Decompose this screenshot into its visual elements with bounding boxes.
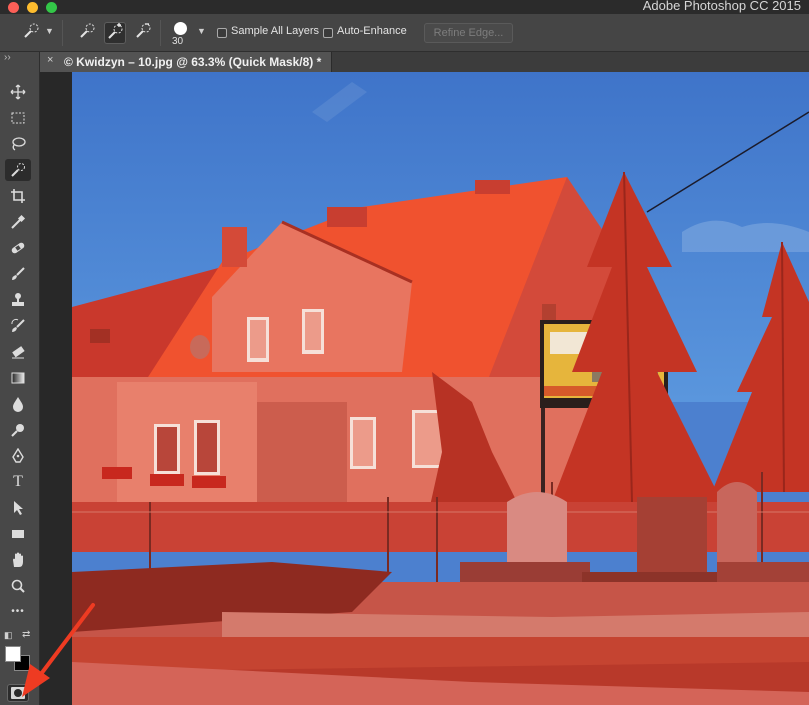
stamp-icon (12, 293, 24, 306)
type-tool[interactable]: T (5, 471, 31, 493)
move-icon (10, 84, 26, 100)
add-to-selection-icon (108, 23, 123, 39)
hand-tool[interactable] (5, 549, 31, 571)
lasso-icon (12, 137, 26, 151)
sample-all-layers-label[interactable]: Sample All Layers (231, 25, 319, 37)
close-icon[interactable]: × (47, 54, 53, 66)
subtract-from-selection-button[interactable] (132, 22, 154, 44)
options-divider (62, 20, 63, 46)
tool-preset-picker[interactable] (20, 22, 42, 44)
subtract-from-selection-icon (136, 23, 151, 38)
gradient-tool[interactable] (5, 367, 31, 389)
collapse-panel-icon[interactable]: ›› (4, 52, 11, 63)
dodge-tool[interactable] (5, 419, 31, 441)
magnifier-icon (11, 579, 25, 593)
lasso-tool[interactable] (5, 133, 31, 155)
pasteboard (40, 72, 72, 705)
eraser-tool[interactable] (5, 341, 31, 363)
photo-quick-mask-preview (72, 72, 809, 705)
swap-colors-icon[interactable]: ⇄ (22, 629, 30, 640)
brush-size-value: 30 (172, 36, 184, 47)
gradient-icon (11, 372, 25, 384)
default-colors-icon[interactable]: ◧ (4, 630, 13, 641)
new-selection-icon (80, 23, 95, 38)
crop-icon (11, 189, 25, 203)
add-to-selection-button[interactable] (104, 22, 126, 44)
more-tools-button[interactable]: ••• (5, 601, 31, 623)
chevron-down-icon[interactable]: ▼ (45, 26, 54, 36)
path-selection-tool[interactable] (5, 497, 31, 519)
eraser-icon (12, 346, 25, 359)
blur-tool[interactable] (5, 393, 31, 415)
history-brush-tool[interactable] (5, 315, 31, 337)
marquee-icon (11, 112, 25, 124)
quick-mask-mode-button[interactable] (7, 684, 29, 702)
history-brush-icon (11, 318, 25, 332)
healing-brush-tool[interactable] (5, 237, 31, 259)
rectangle-icon (12, 530, 24, 538)
clone-stamp-tool[interactable] (5, 289, 31, 311)
auto-enhance-checkbox[interactable] (323, 28, 333, 38)
rectangular-marquee-tool[interactable] (5, 107, 31, 129)
eyedropper-icon (11, 214, 26, 229)
brush-picker-chevron-icon[interactable]: ▼ (197, 26, 206, 36)
quick-selection-tool[interactable] (5, 159, 31, 181)
zoom-tool[interactable] (5, 575, 31, 597)
window-minimize-button[interactable] (27, 2, 38, 13)
eyedropper-tool[interactable] (5, 211, 31, 233)
brush-preview-icon[interactable] (174, 22, 187, 35)
tools-panel: ›› T ••• ◧ ⇄ (0, 52, 40, 705)
window-close-button[interactable] (8, 2, 19, 13)
document-tab-bar: × © Kwidzyn – 10.jpg @ 63.3% (Quick Mask… (40, 52, 809, 72)
move-tool[interactable] (5, 81, 31, 103)
brush-tool[interactable] (5, 263, 31, 285)
refine-edge-button[interactable]: Refine Edge... (424, 23, 513, 43)
options-bar: ▼ 30 ▼ Sample All Layers Auto-Enhance Re… (0, 14, 809, 52)
options-divider (160, 20, 161, 46)
arrow-cursor-icon (14, 501, 23, 515)
auto-enhance-label[interactable]: Auto-Enhance (337, 25, 407, 37)
rectangle-tool[interactable] (5, 523, 31, 545)
pen-icon (12, 448, 24, 463)
document-canvas[interactable] (72, 72, 809, 705)
bandage-icon (11, 242, 25, 254)
window-zoom-button[interactable] (46, 2, 57, 13)
quick-selection-icon (11, 163, 25, 177)
quick-selection-icon (24, 23, 39, 38)
crop-tool[interactable] (5, 185, 31, 207)
pen-tool[interactable] (5, 445, 31, 467)
drop-icon (13, 397, 23, 412)
app-title: Adobe Photoshop CC 2015 (642, 0, 801, 13)
sample-all-layers-checkbox[interactable] (217, 28, 227, 38)
document-tab[interactable]: × © Kwidzyn – 10.jpg @ 63.3% (Quick Mask… (40, 52, 332, 72)
brush-icon (12, 267, 25, 280)
hand-icon (13, 552, 23, 567)
document-title: © Kwidzyn – 10.jpg @ 63.3% (Quick Mask/8… (64, 55, 322, 69)
window-title-bar: Adobe Photoshop CC 2015 (0, 0, 809, 14)
foreground-color-swatch[interactable] (5, 646, 21, 662)
dodge-icon (11, 424, 24, 437)
new-selection-button[interactable] (76, 22, 98, 44)
